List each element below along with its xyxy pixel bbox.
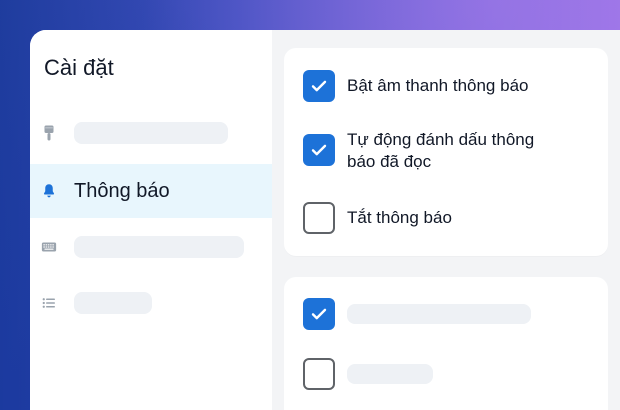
list-icon (38, 292, 60, 314)
option-auto-read[interactable]: Tự động đánh dấu thông báo đã đọc (303, 130, 567, 173)
sidebar-item-notifications[interactable]: Thông báo (30, 164, 272, 218)
checkmark-icon (311, 80, 327, 92)
checkbox-placeholder-2[interactable] (303, 358, 335, 390)
sidebar-item-label-placeholder (74, 236, 244, 258)
text-placeholder (347, 364, 433, 384)
option-placeholder-2[interactable] (303, 358, 433, 390)
text-placeholder (347, 304, 531, 324)
option-placeholder-1[interactable] (303, 298, 531, 330)
page-title: Cài đặt (44, 55, 114, 80)
sidebar-item-label-placeholder (74, 122, 228, 144)
option-label: Tắt thông báo (347, 208, 452, 227)
sidebar: Cài đặt Thông báo (30, 30, 273, 410)
checkbox-auto-read[interactable] (303, 134, 335, 166)
bell-icon (38, 180, 60, 202)
option-label: Tự động đánh dấu thông báo đã đọc (347, 130, 535, 171)
option-sound[interactable]: Bật âm thanh thông báo (303, 70, 587, 102)
sidebar-item-keyboard[interactable] (30, 220, 272, 274)
checkbox-placeholder-1[interactable] (303, 298, 335, 330)
notification-settings-card: Bật âm thanh thông báo Tự động đánh dấu … (284, 48, 608, 256)
paintbrush-icon (38, 122, 60, 144)
option-label: Bật âm thanh thông báo (347, 76, 529, 95)
option-disable[interactable]: Tắt thông báo (303, 202, 587, 234)
checkmark-icon (311, 144, 327, 156)
sidebar-item-label: Thông báo (74, 179, 170, 202)
sidebar-item-appearance[interactable] (30, 106, 272, 160)
sidebar-item-label-placeholder (74, 292, 152, 314)
checkbox-sound[interactable] (303, 70, 335, 102)
checkmark-icon (311, 308, 327, 320)
settings-window: Cài đặt Thông báo Bật âm thanh thông báo… (30, 30, 620, 410)
settings-content: Bật âm thanh thông báo Tự động đánh dấu … (272, 30, 620, 410)
checkbox-disable[interactable] (303, 202, 335, 234)
secondary-settings-card (284, 277, 608, 410)
keyboard-icon (38, 236, 60, 258)
sidebar-item-list[interactable] (30, 276, 272, 330)
